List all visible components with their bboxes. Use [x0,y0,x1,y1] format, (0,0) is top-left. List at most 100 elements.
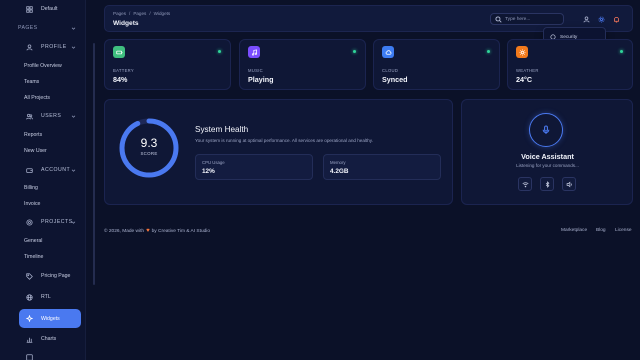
dashboard-icon [25,353,34,360]
sidebar-item-users[interactable]: USERS [0,109,85,123]
sidebar-item-label: ACCOUNT [41,167,71,173]
stat-card-music[interactable]: MUSIC Playing [239,39,366,90]
page-title: Widgets [113,20,139,27]
score-ring: 9.3 SCORE [117,116,181,180]
sidebar-item-label: Teams [24,79,40,85]
target-icon [25,218,34,227]
sidebar-item-label: USERS [41,113,62,119]
sidebar-item-default[interactable]: Default [0,2,85,16]
sidebar-scrollbar[interactable] [93,43,95,285]
bluetooth-icon [545,180,549,188]
microphone-button[interactable] [529,113,563,147]
stat-card-cloud[interactable]: CLOUD Synced [373,39,500,90]
stat-label: BATTERY [113,68,135,73]
breadcrumb-item[interactable]: Pages [113,11,126,16]
sun-icon [516,46,528,58]
sidebar-item-billing[interactable]: Billing [0,181,85,195]
volume-icon [566,181,572,187]
sidebar-item-teams[interactable]: Teams [0,75,85,89]
stat-value: Synced [382,75,408,84]
sidebar-section-pages[interactable]: PAGES [0,21,85,35]
globe-icon [25,293,34,302]
search-placeholder: Type here... [505,16,531,22]
stat-card-battery[interactable]: BATTERY 84% [104,39,231,90]
chevron-down-icon [71,45,76,50]
breadcrumb-separator: / [129,11,131,16]
sidebar-item-label: Billing [24,185,38,191]
sidebar-item-label: Invoice [24,201,41,207]
sidebar-item-pricing-page[interactable]: Pricing Page [0,269,85,283]
stat-label: WEATHER [516,68,539,73]
sidebar-item-label: Widgets [41,315,60,322]
stat-card-weather[interactable]: WEATHER 24°C [507,39,633,90]
user-icon [25,43,34,52]
sidebar-item-charts[interactable]: Charts [0,332,85,346]
sidebar-item-label: Default [41,6,58,12]
search-icon [495,15,502,23]
breadcrumb-item[interactable]: Pages [133,11,146,16]
footer-link-license[interactable]: License [615,228,632,233]
sidebar-item-projects[interactable]: PROJECTS [0,215,85,229]
sidebar-item-partial[interactable] [0,350,85,360]
search-input[interactable]: Type here... [490,13,564,25]
widgets-icon [25,314,34,323]
sidebar-item-profile[interactable]: PROFILE [0,40,85,54]
users-icon [25,112,34,121]
status-dot [620,50,623,53]
stat-label: CLOUD [382,68,399,73]
metric-value: 12% [202,168,215,175]
footer-copyright-suffix: by Creative Tim & AI Studio [151,228,211,234]
sidebar-item-account[interactable]: ACCOUNT [0,163,85,177]
breadcrumb-separator: / [149,11,151,16]
footer-link-blog[interactable]: Blog [596,228,606,233]
chevron-down-icon [71,168,76,173]
sidebar-item-profile-overview[interactable]: Profile Overview [0,59,85,73]
sidebar-section-label: PAGES [18,25,38,31]
footer-link-marketplace[interactable]: Marketplace [561,228,587,233]
chart-icon [25,335,34,344]
sidebar-item-label: Reports [24,132,43,138]
sidebar-item-label: General [24,238,43,244]
stat-value: 24°C [516,75,533,84]
wifi-button[interactable] [518,177,532,191]
metric-value: 4.2GB [330,168,349,175]
metric-label: CPU Usage [202,160,225,165]
breadcrumb-current: Widgets [153,11,171,16]
stat-label: MUSIC [248,68,263,73]
breadcrumb: Pages / Pages / Widgets [113,11,170,16]
bluetooth-button[interactable] [540,177,554,191]
chevron-down-icon [71,26,76,31]
tag-icon [25,272,34,281]
sidebar-item-general[interactable]: General [0,234,85,248]
sidebar-item-rtl[interactable]: RTL [0,290,85,304]
metric-label: Memory [330,160,346,165]
user-icon[interactable] [582,15,590,23]
wifi-icon [521,181,529,187]
gear-icon[interactable] [597,15,605,23]
sidebar-item-widgets[interactable]: Widgets [19,309,81,328]
volume-button[interactable] [562,177,576,191]
sidebar-item-label: PROFILE [41,44,67,50]
battery-icon [113,46,125,58]
chevron-down-icon [71,114,76,119]
sidebar-item-all-projects[interactable]: All Projects [0,91,85,105]
footer-copyright: © 2026, Made with ♥ by Creative Tim & AI… [104,228,210,234]
sidebar-item-new-user[interactable]: New User [0,144,85,158]
stat-value: 84% [113,75,128,84]
voice-assistant-subtitle: Listening for your commands... [516,163,579,168]
system-health-title: System Health [195,125,249,134]
sidebar-item-timeline[interactable]: Timeline [0,250,85,264]
system-health-description: Your system is running at optimal perfor… [195,138,373,143]
status-dot [353,50,356,53]
music-icon [248,46,260,58]
sidebar-item-reports[interactable]: Reports [0,128,85,142]
sidebar-item-label: RTL [41,294,51,300]
chevron-down-icon [71,220,76,225]
bell-icon[interactable] [612,15,620,23]
metric-memory: Memory 4.2GB [323,154,441,180]
wallet-icon [25,166,34,175]
system-health-card: 9.3 SCORE System Health Your system is r… [104,99,453,205]
sidebar-item-label: Profile Overview [24,63,62,69]
sidebar-item-label: New User [24,148,47,154]
sidebar-item-invoice[interactable]: Invoice [0,197,85,211]
